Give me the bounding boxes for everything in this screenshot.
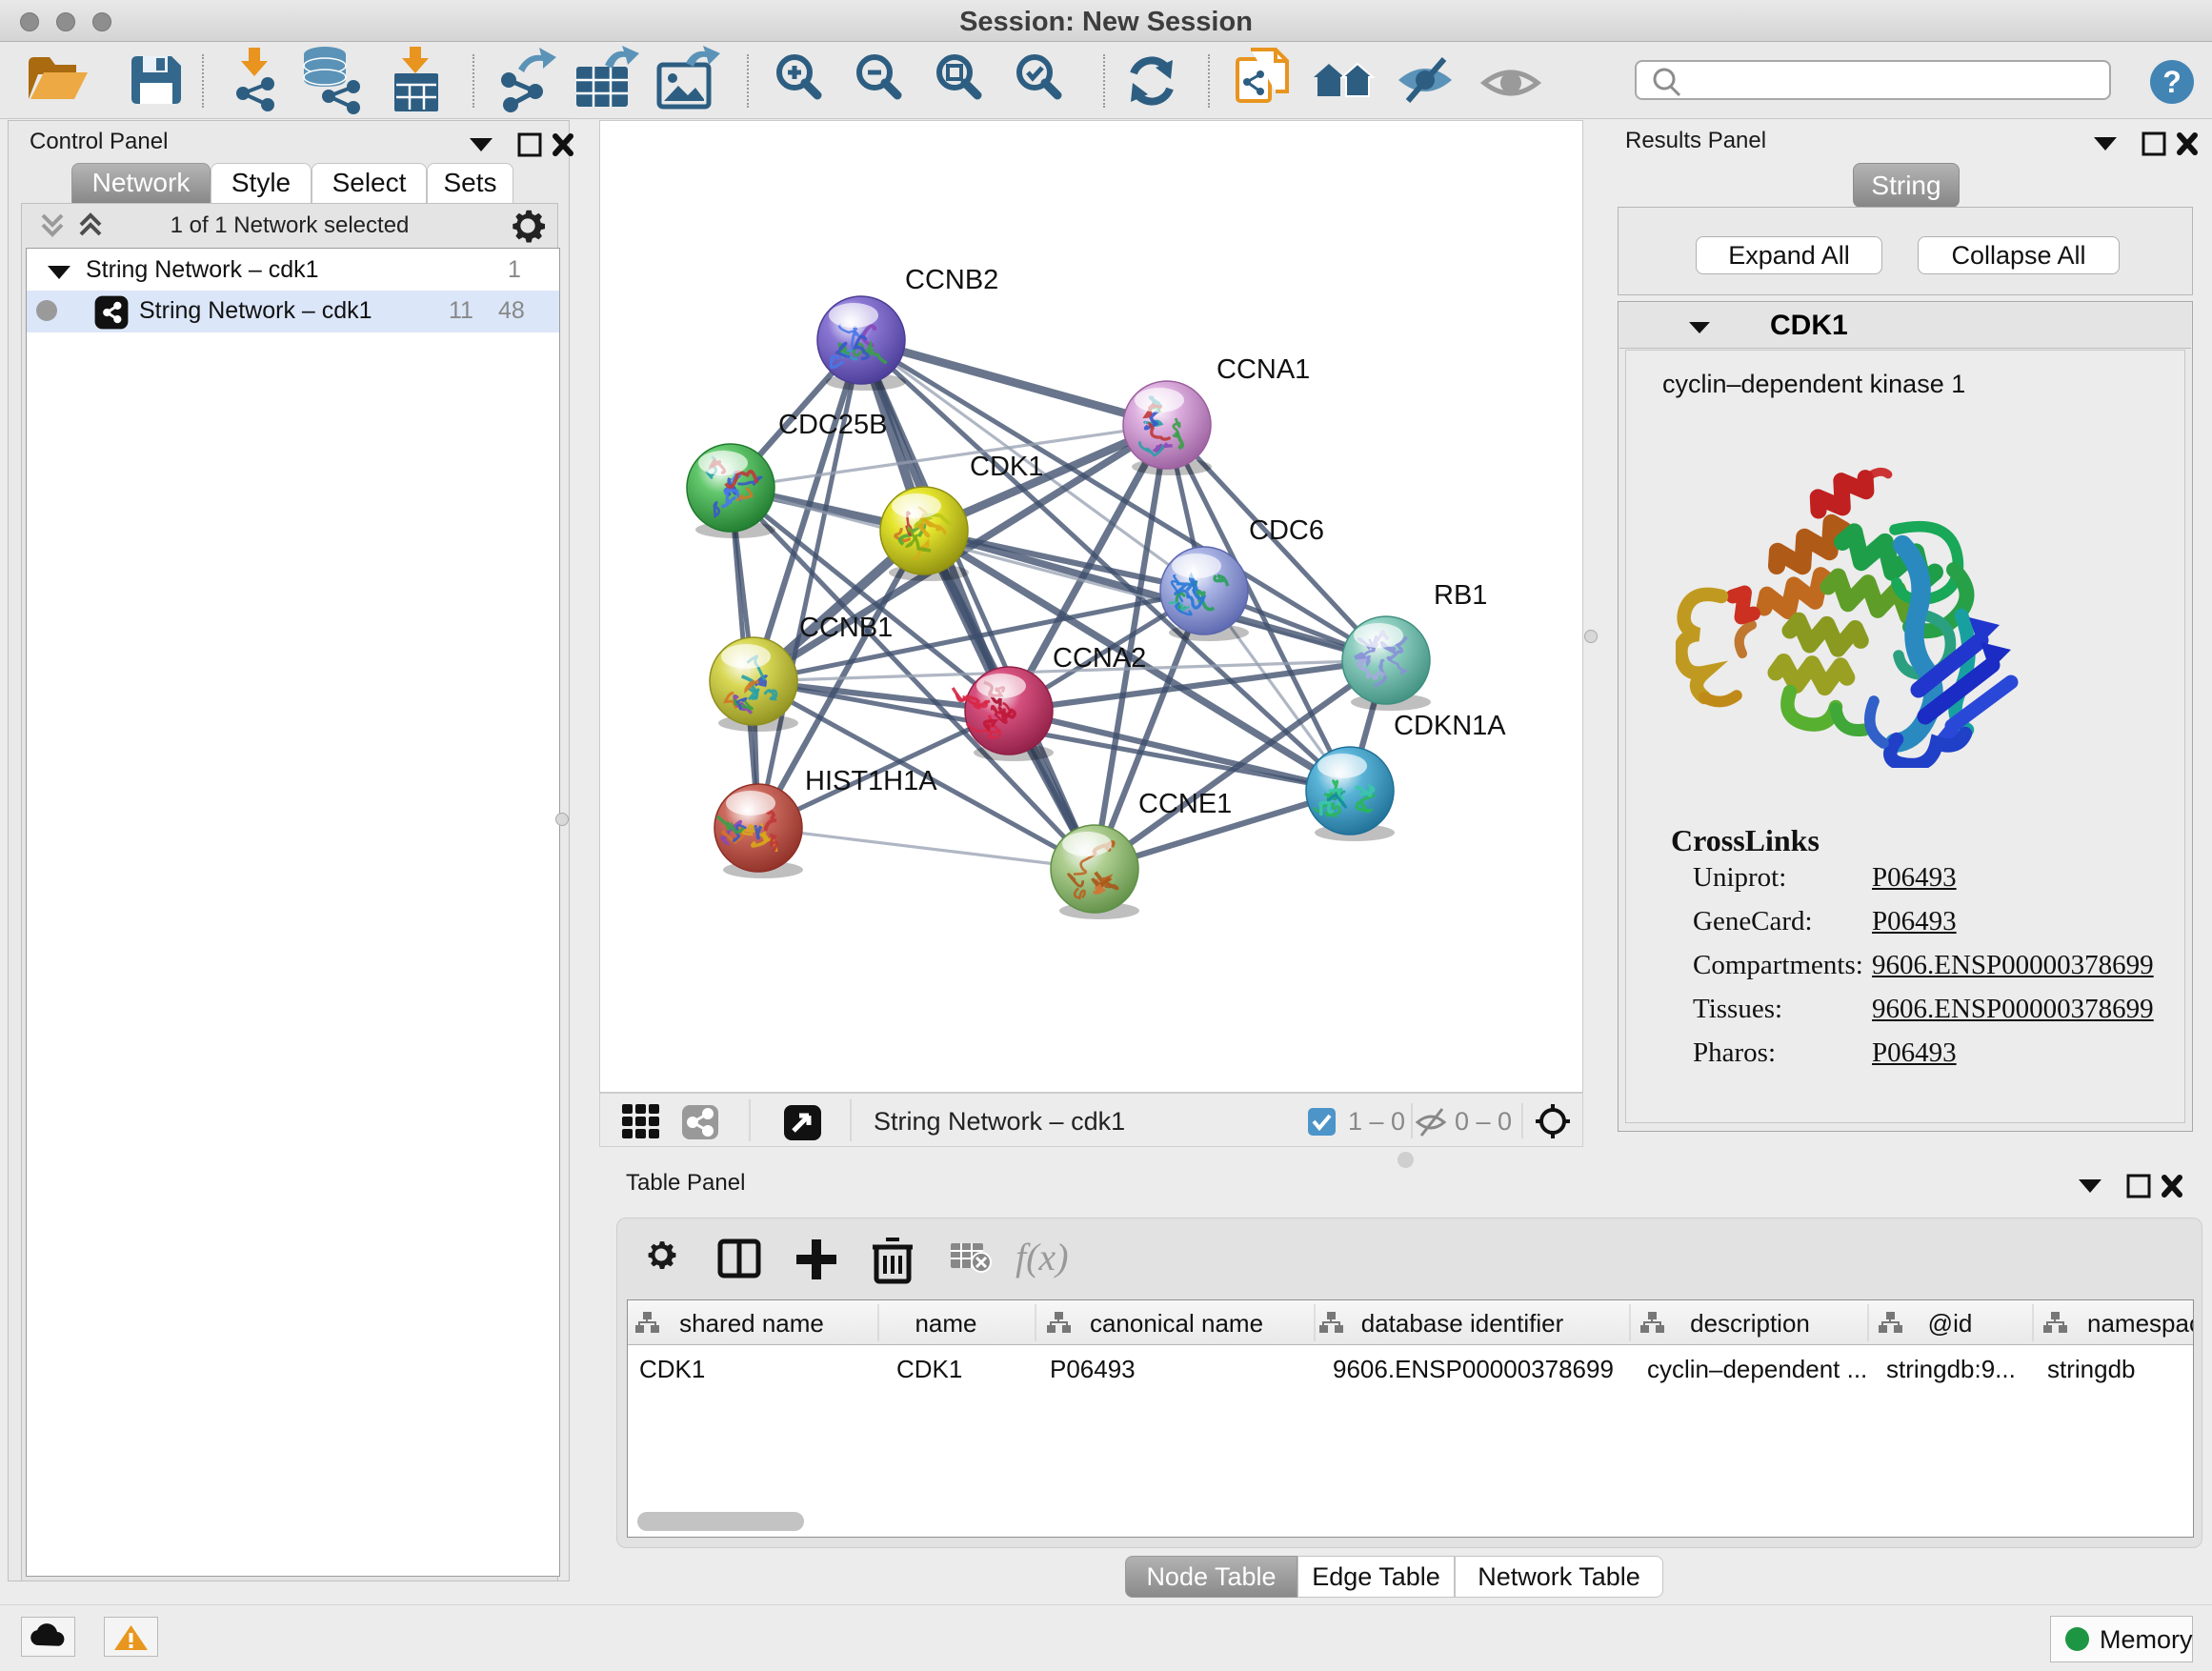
svg-text:CCNB1: CCNB1 xyxy=(799,613,893,643)
svg-text:?: ? xyxy=(2162,65,2182,99)
svg-text:CDK1: CDK1 xyxy=(970,452,1043,482)
svg-text:RB1: RB1 xyxy=(1434,580,1487,611)
svg-text:1 – 0: 1 – 0 xyxy=(1348,1107,1405,1136)
svg-text:0 – 0: 0 – 0 xyxy=(1455,1107,1512,1136)
svg-text:database identifier: database identifier xyxy=(1361,1309,1564,1338)
svg-text:description: description xyxy=(1690,1309,1810,1338)
svg-text:CCNA2: CCNA2 xyxy=(1053,643,1146,674)
svg-text:@id: @id xyxy=(1928,1309,1973,1338)
svg-text:CDC6: CDC6 xyxy=(1249,515,1324,546)
svg-text:shared name: shared name xyxy=(679,1309,824,1338)
svg-text:f(x): f(x) xyxy=(1016,1236,1069,1278)
svg-text:name: name xyxy=(915,1309,976,1338)
svg-text:CCNE1: CCNE1 xyxy=(1138,789,1232,819)
svg-text:String Network – cdk1: String Network – cdk1 xyxy=(874,1107,1125,1136)
svg-text:HIST1H1A: HIST1H1A xyxy=(805,766,937,796)
svg-text:CCNA1: CCNA1 xyxy=(1217,354,1310,385)
svg-text:canonical name: canonical name xyxy=(1090,1309,1263,1338)
svg-text:CDKN1A: CDKN1A xyxy=(1394,711,1506,741)
svg-text:CDC25B: CDC25B xyxy=(778,410,887,440)
svg-text:namespac: namespac xyxy=(2087,1309,2193,1338)
svg-text:CCNB2: CCNB2 xyxy=(905,265,998,295)
